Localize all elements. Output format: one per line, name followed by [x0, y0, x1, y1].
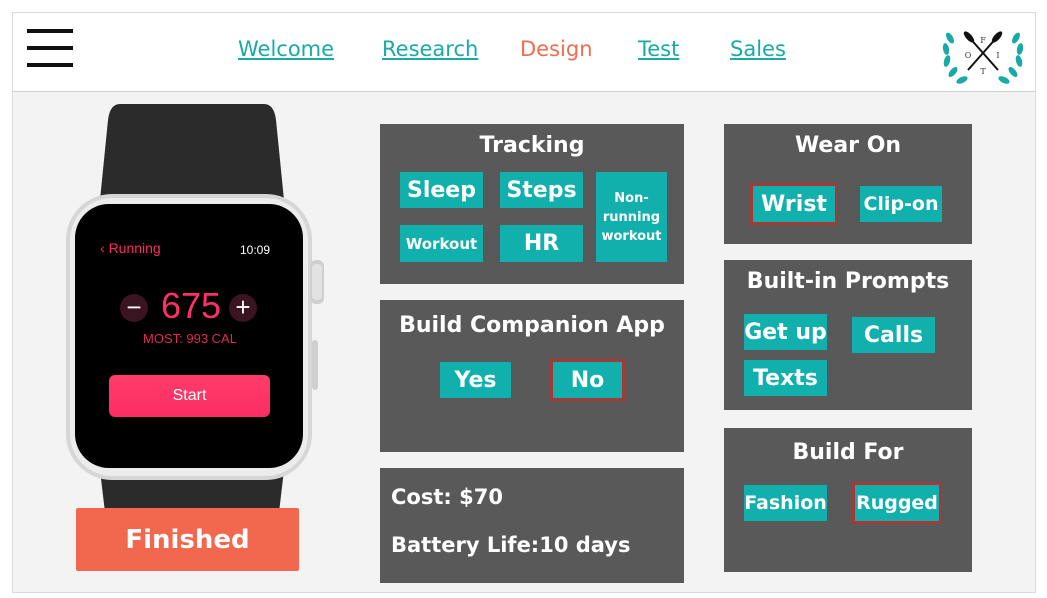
- build-for-option-fashion[interactable]: Fashion: [744, 485, 827, 521]
- watch-most-calories: MOST: 993 CAL: [143, 331, 237, 346]
- menu-hamburger-icon[interactable]: [27, 29, 73, 67]
- watch-clock: 10:09: [240, 243, 271, 257]
- companion-app-panel: Build Companion App Yes No: [380, 300, 684, 452]
- svg-text:T: T: [980, 67, 986, 76]
- tracking-option-sleep[interactable]: Sleep: [400, 172, 483, 208]
- nav-link-sales[interactable]: Sales: [730, 37, 786, 61]
- nav-link-welcome[interactable]: Welcome: [238, 37, 334, 61]
- tracking-title: Tracking: [479, 133, 585, 158]
- nav-link-design[interactable]: Design: [520, 37, 593, 61]
- tracking-option-workout[interactable]: Workout: [400, 225, 483, 262]
- tracking-option-hr[interactable]: HR: [500, 225, 583, 262]
- battery-value: 10 days: [539, 533, 631, 557]
- top-nav-bar: Welcome Research Design Test Sales F O I…: [13, 13, 1035, 92]
- nav-link-test[interactable]: Test: [638, 37, 679, 61]
- wear-on-title: Wear On: [794, 133, 902, 158]
- tracking-option-steps[interactable]: Steps: [500, 172, 583, 208]
- finished-button[interactable]: Finished: [76, 508, 299, 571]
- svg-text:F: F: [980, 36, 986, 45]
- cost-value: $70: [459, 485, 503, 509]
- prompt-option-calls[interactable]: Calls: [852, 317, 935, 353]
- prompt-option-texts[interactable]: Texts: [744, 360, 827, 396]
- watch-start-button[interactable]: Start: [109, 375, 270, 417]
- battery-row: Battery Life:10 days: [391, 533, 631, 557]
- wear-on-option-wrist[interactable]: Wrist: [753, 186, 835, 222]
- companion-app-title: Build Companion App: [399, 313, 665, 338]
- watch-calorie-value: 675: [160, 285, 222, 326]
- tracking-panel: Tracking Sleep Steps Non-running workout…: [380, 124, 684, 284]
- companion-option-no[interactable]: No: [553, 362, 622, 398]
- build-for-panel: Build For Fashion Rugged: [724, 428, 972, 572]
- watch-decrement-button[interactable]: −: [120, 294, 148, 322]
- build-for-option-rugged[interactable]: Rugged: [855, 485, 939, 521]
- built-in-prompts-title: Built-in Prompts: [746, 269, 950, 294]
- watch-increment-button[interactable]: +: [229, 294, 257, 322]
- svg-text:O: O: [965, 51, 972, 60]
- nav-link-research[interactable]: Research: [382, 37, 478, 61]
- prompt-option-get-up[interactable]: Get up: [744, 314, 827, 350]
- companion-option-yes[interactable]: Yes: [440, 362, 511, 398]
- specs-panel: Cost: $70 Battery Life:10 days: [380, 468, 684, 583]
- watch-back-running[interactable]: ‹ Running: [100, 240, 161, 256]
- cost-row: Cost: $70: [391, 485, 503, 509]
- brand-logo-oars-laurel-icon[interactable]: F O I T: [938, 18, 1028, 88]
- build-for-title: Build For: [792, 440, 904, 465]
- battery-label: Battery Life:: [391, 533, 540, 557]
- tracking-option-non-running-workout[interactable]: Non-running workout: [596, 172, 667, 262]
- built-in-prompts-panel: Built-in Prompts Get up Calls Texts: [724, 260, 972, 410]
- watch-back-label: Running: [108, 240, 161, 256]
- svg-text:I: I: [996, 51, 999, 60]
- wear-on-panel: Wear On Wrist Clip-on: [724, 124, 972, 244]
- wear-on-option-clip-on[interactable]: Clip-on: [860, 186, 942, 222]
- cost-label: Cost:: [391, 485, 452, 509]
